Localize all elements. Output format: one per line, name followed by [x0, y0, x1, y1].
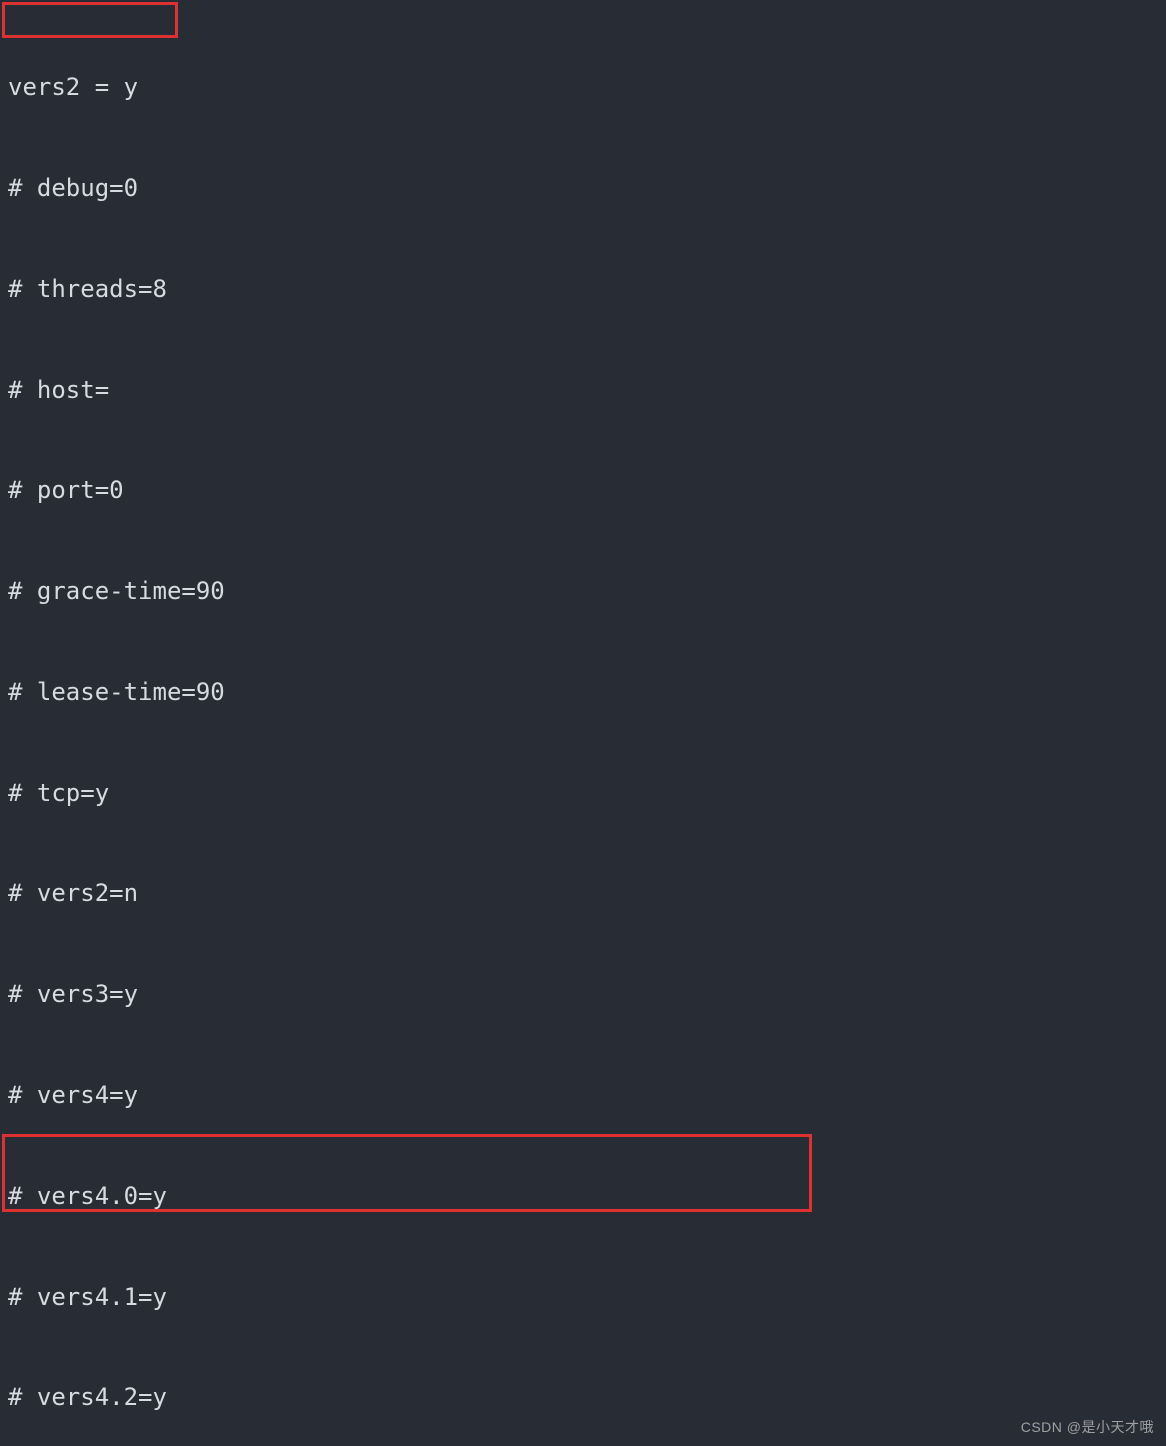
config-line: # vers3=y [8, 978, 1158, 1012]
config-line: # lease-time=90 [8, 676, 1158, 710]
config-line: # vers4.1=y [8, 1281, 1158, 1315]
config-line: # vers4=y [8, 1079, 1158, 1113]
config-line: # vers4.0=y [8, 1180, 1158, 1214]
config-line: # host= [8, 374, 1158, 408]
watermark-text: CSDN @是小天才哦 [1021, 1418, 1154, 1438]
config-line: # debug=0 [8, 172, 1158, 206]
config-line: # vers2=n [8, 877, 1158, 911]
config-line: # port=0 [8, 474, 1158, 508]
config-line: # grace-time=90 [8, 575, 1158, 609]
config-line: # tcp=y [8, 777, 1158, 811]
terminal-output[interactable]: vers2 = y # debug=0 # threads=8 # host= … [0, 0, 1166, 1446]
config-line: # threads=8 [8, 273, 1158, 307]
config-line-vers2: vers2 = y [8, 71, 1158, 105]
config-line: # vers4.2=y [8, 1381, 1158, 1415]
